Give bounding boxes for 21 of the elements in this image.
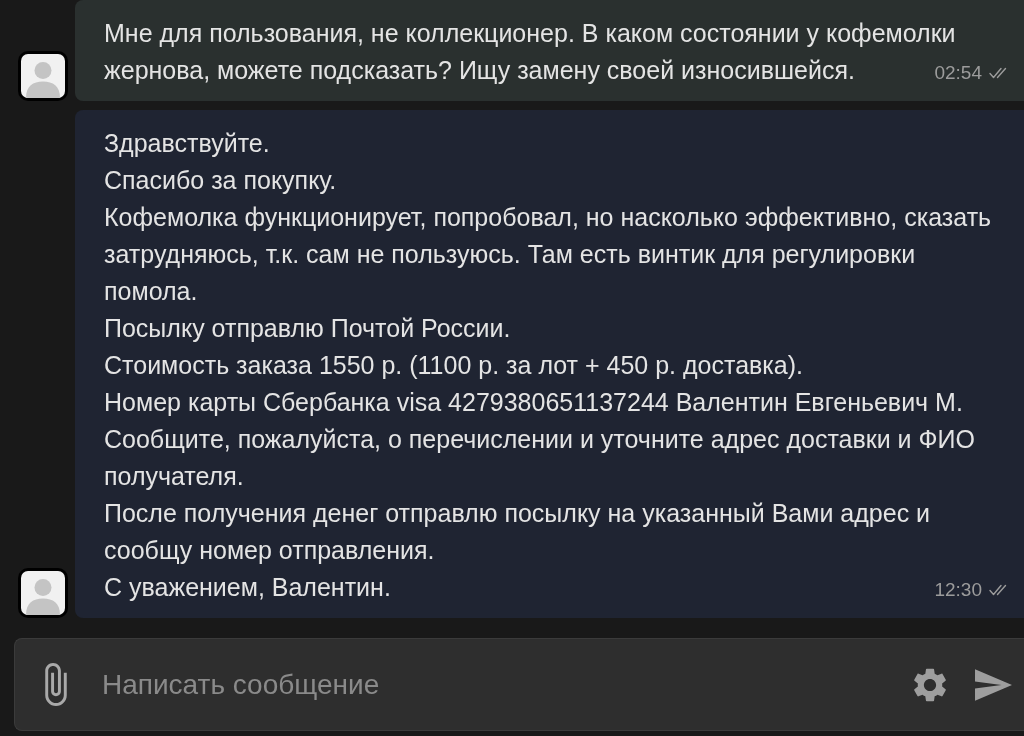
avatar-icon	[18, 51, 68, 101]
message-text: Спасибо за покупку.	[104, 166, 337, 194]
message-text: Кофемолка функционирует, попробовал, но насколько эффективно, сказать затрудняюсь, т.к. сам не пользуюсь. Там есть винтик для регулировки помола.	[104, 203, 992, 305]
message-composer[interactable]: Написать сообщение	[14, 638, 1024, 731]
message-text: Здравствуйте.	[104, 129, 270, 157]
message-text: С уважением, Валентин.	[104, 573, 391, 601]
attach-button[interactable]	[45, 663, 67, 706]
message-input[interactable]: Написать сообщение	[102, 659, 893, 710]
send-button[interactable]	[975, 668, 1012, 701]
message-text: После получения денег отправлю посылку на указанный Вами адрес и сообщу номер отправления.	[104, 499, 931, 564]
settings-button[interactable]	[913, 667, 947, 702]
message-time: 12:30	[934, 578, 982, 601]
message-text: Стоимость заказа 1550 р. (1100 р. за лот + 450 р. доставка).	[104, 351, 803, 379]
settings-icon	[913, 667, 947, 702]
message-text: Номер карты Сбербанка visa 4279380651137244 Валентин Евгеньевич М.	[104, 388, 963, 416]
send-icon	[975, 668, 1012, 701]
avatar-icon	[18, 568, 68, 618]
message-text: Посылку отправлю Почтой России.	[104, 314, 511, 342]
paperclip-icon	[45, 663, 67, 706]
message-time: 02:54	[934, 61, 982, 84]
message-text: Сообщите, пожалуйста, о перечислении и уточните адрес доставки и ФИО получателя.	[104, 425, 975, 490]
